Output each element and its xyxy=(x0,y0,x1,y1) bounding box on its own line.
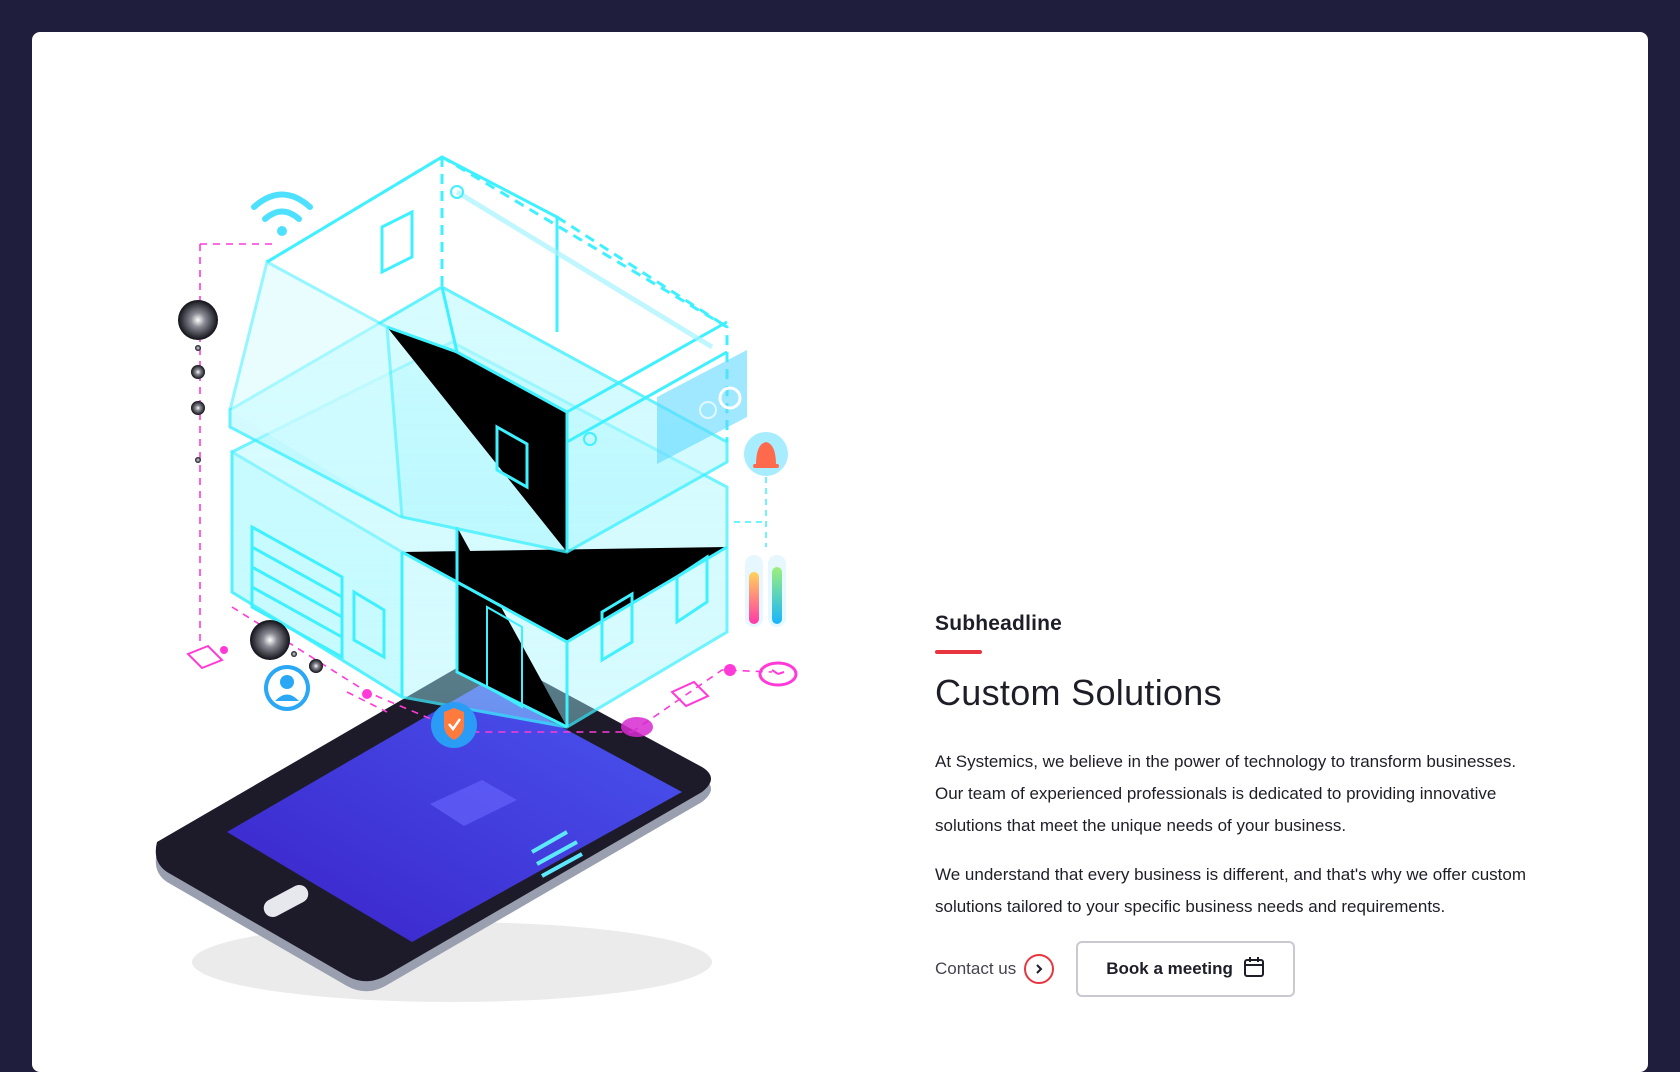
contact-us-label: Contact us xyxy=(935,959,1017,978)
user-icon xyxy=(264,665,310,711)
arrow-right-circle-icon xyxy=(1024,954,1055,984)
accent-underline xyxy=(935,650,982,654)
bell-icon xyxy=(744,432,788,476)
tablet-graphic xyxy=(155,656,712,1002)
book-meeting-button[interactable]: Book a meeting xyxy=(1076,941,1295,997)
subheadline: Subheadline xyxy=(935,612,1063,635)
calendar-icon xyxy=(1243,956,1265,983)
cta-row: Contact us Book a meeting xyxy=(935,941,1575,997)
smart-home-illustration xyxy=(112,152,892,1032)
contact-us-link[interactable]: Contact us xyxy=(935,954,1055,984)
custom-solutions-paragraph: We understand that every business is dif… xyxy=(935,865,1527,916)
shield-check-icon xyxy=(431,702,477,748)
book-meeting-label: Book a meeting xyxy=(1106,959,1233,978)
content-card: Subheadline Custom Solutions At Systemic… xyxy=(32,32,1648,1072)
content-block: Subheadline Custom Solutions At Systemic… xyxy=(935,612,1575,997)
level-bars-graphic xyxy=(745,555,786,627)
intro-paragraph: At Systemics, we believe in the power of… xyxy=(935,752,1517,835)
clock-icon xyxy=(758,661,798,687)
wifi-icon xyxy=(251,191,313,236)
section-title: Custom Solutions xyxy=(935,672,1222,713)
